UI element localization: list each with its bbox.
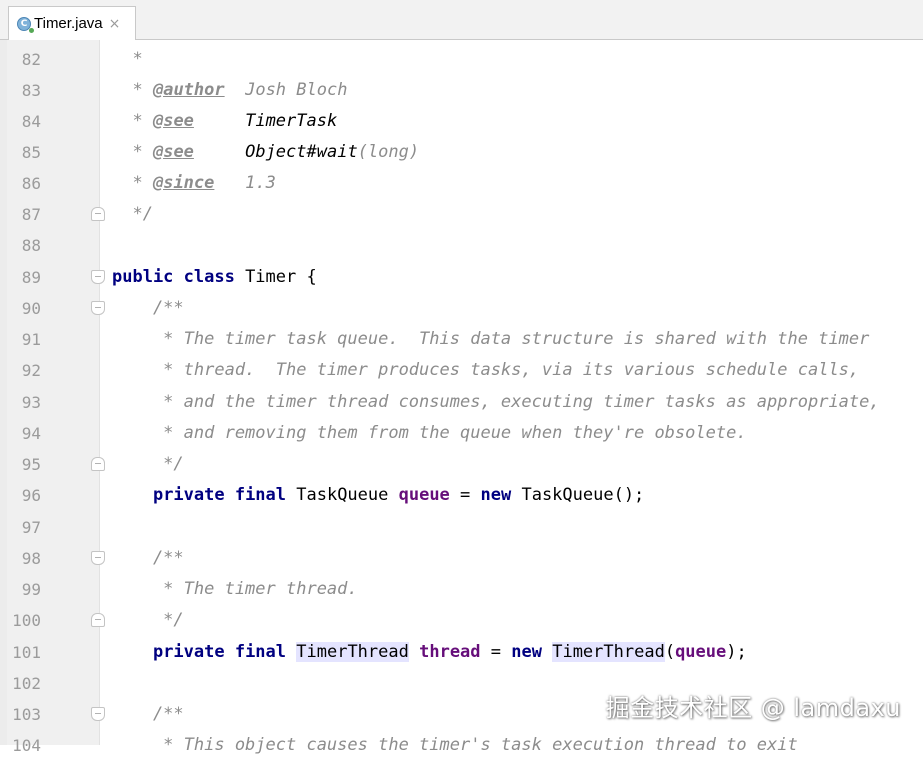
line-number: 99 xyxy=(21,580,41,599)
code-line: 86 * @since 1.3 xyxy=(0,168,923,199)
code-line: 90 /** xyxy=(0,293,923,324)
code-text: * @author Josh Bloch xyxy=(132,80,348,100)
close-icon[interactable]: × xyxy=(109,16,121,32)
code-text: public class Timer { xyxy=(112,267,317,287)
javadoc-tag: @since xyxy=(152,173,215,193)
code-text: * thread. The timer produces tasks, via … xyxy=(112,360,860,380)
line-number: 89 xyxy=(21,268,41,287)
code-text: * @see TimerTask xyxy=(132,111,338,131)
line-number: 92 xyxy=(21,361,41,380)
line-number: 93 xyxy=(21,393,41,412)
code-text: */ xyxy=(112,610,184,630)
editor-tab-bar: C Timer.java × xyxy=(0,0,923,40)
tab-filename: Timer.java xyxy=(34,15,103,32)
javadoc-tag: @author xyxy=(152,80,225,100)
code-line: 94 * and removing them from the queue wh… xyxy=(0,418,923,449)
code-line: 88 xyxy=(0,230,923,261)
watermark: 掘金技术社区 @ lamdaxu xyxy=(605,694,901,722)
java-class-icon: C xyxy=(17,16,34,33)
code-line: 93 * and the timer thread consumes, exec… xyxy=(0,387,923,418)
code-text: * and removing them from the queue when … xyxy=(112,423,747,443)
line-number: 97 xyxy=(21,518,41,537)
line-number: 90 xyxy=(21,299,41,318)
code-line: 85 * @see Object#wait(long) xyxy=(0,137,923,168)
highlighted-usage: TimerThread xyxy=(296,642,409,662)
code-text: private final TimerThread thread = new T… xyxy=(152,642,747,662)
line-number: 102 xyxy=(12,674,41,693)
code-line: 83 * @author Josh Bloch xyxy=(0,75,923,106)
code-text: * @since 1.3 xyxy=(132,173,276,193)
code-line: 97 xyxy=(0,512,923,543)
code-text: * and the timer thread consumes, executi… xyxy=(112,392,880,412)
line-number: 91 xyxy=(21,330,41,349)
javadoc-tag: @see xyxy=(152,142,194,162)
line-number: 94 xyxy=(21,424,41,443)
field-name: queue xyxy=(398,485,450,505)
code-text: */ xyxy=(112,454,184,474)
line-number: 88 xyxy=(21,236,41,255)
code-text: private final TaskQueue queue = new Task… xyxy=(152,485,645,505)
fold-end-icon[interactable] xyxy=(91,613,105,627)
code-text: * xyxy=(132,49,143,69)
fold-start-icon[interactable] xyxy=(91,551,105,565)
fold-start-icon[interactable] xyxy=(91,270,105,284)
tab-timer-java[interactable]: C Timer.java × xyxy=(8,6,136,40)
fold-end-icon[interactable] xyxy=(91,207,105,221)
line-number: 103 xyxy=(12,705,41,724)
line-number: 96 xyxy=(21,486,41,505)
line-number: 100 xyxy=(12,611,41,630)
javadoc-tag: @see xyxy=(152,111,194,131)
code-line: 98 /** xyxy=(0,543,923,574)
code-text: */ xyxy=(132,204,153,224)
line-number: 95 xyxy=(21,455,41,474)
line-number: 84 xyxy=(21,112,41,131)
code-editor[interactable]: 82 * 83 * @author Josh Bloch 84 * @see T… xyxy=(0,44,923,755)
code-line: 84 * @see TimerTask xyxy=(0,106,923,137)
code-line: 101 private final TimerThread thread = n… xyxy=(0,637,923,668)
line-number: 98 xyxy=(21,549,41,568)
line-number: 83 xyxy=(21,81,41,100)
code-line: 91 * The timer task queue. This data str… xyxy=(0,324,923,355)
code-text: * @see Object#wait(long) xyxy=(132,142,420,162)
code-text: * The timer thread. xyxy=(112,579,358,599)
code-line: 99 * The timer thread. xyxy=(0,574,923,605)
code-text: /** xyxy=(112,548,184,568)
code-line: 92 * thread. The timer produces tasks, v… xyxy=(0,355,923,386)
code-text: /** xyxy=(112,704,184,724)
code-line: 87 */ xyxy=(0,199,923,230)
fold-end-icon[interactable] xyxy=(91,457,105,471)
line-number: 86 xyxy=(21,174,41,193)
line-number: 85 xyxy=(21,143,41,162)
code-line: 96 private final TaskQueue queue = new T… xyxy=(0,480,923,511)
line-number: 82 xyxy=(21,50,41,69)
code-line: 82 * xyxy=(0,44,923,75)
code-line: 104 * This object causes the timer's tas… xyxy=(0,730,923,761)
fold-start-icon[interactable] xyxy=(91,301,105,315)
line-number: 101 xyxy=(12,643,41,662)
line-number: 104 xyxy=(12,736,41,755)
code-text: /** xyxy=(112,298,184,318)
code-text: * This object causes the timer's task ex… xyxy=(112,735,798,755)
code-line: 89 public class Timer { xyxy=(0,262,923,293)
highlighted-usage: TimerThread xyxy=(552,642,665,662)
fold-start-icon[interactable] xyxy=(91,707,105,721)
line-number: 87 xyxy=(21,205,41,224)
code-line: 100 */ xyxy=(0,605,923,636)
field-name: thread xyxy=(419,642,481,662)
code-text: * The timer task queue. This data struct… xyxy=(112,329,870,349)
code-line: 95 */ xyxy=(0,449,923,480)
